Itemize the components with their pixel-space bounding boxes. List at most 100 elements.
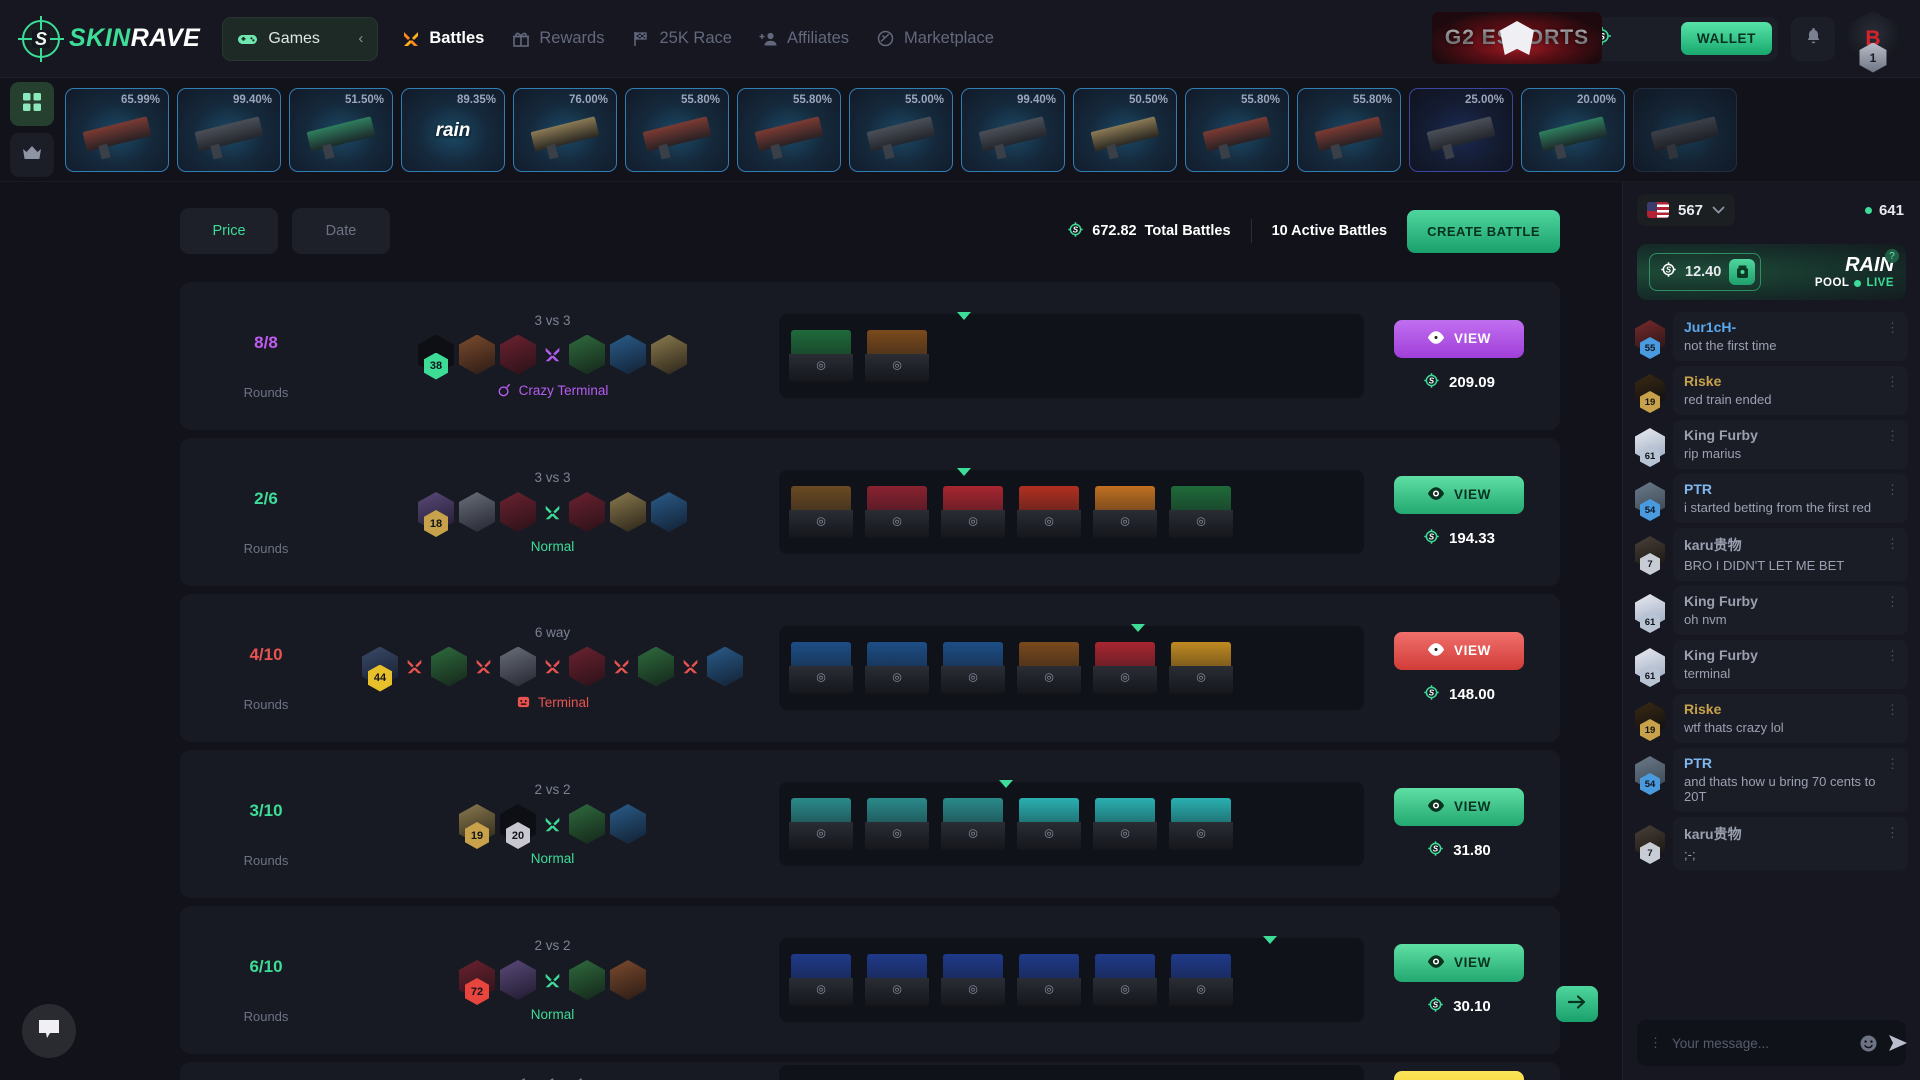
player-slot[interactable]: [569, 960, 605, 1000]
chat-message-options-icon[interactable]: ⋮: [1886, 483, 1899, 496]
player-slot[interactable]: [569, 646, 605, 687]
case-item[interactable]: [1165, 792, 1237, 856]
next-page-button[interactable]: [1556, 986, 1598, 1022]
case-item[interactable]: [861, 324, 933, 388]
player-slot[interactable]: 20: [500, 804, 536, 849]
nav-item-marketplace[interactable]: Marketplace: [875, 28, 994, 49]
player-slot[interactable]: [500, 492, 536, 532]
chat-avatar[interactable]: 19: [1635, 374, 1665, 413]
chat-avatar[interactable]: 7: [1635, 825, 1665, 864]
case-item[interactable]: [785, 1075, 857, 1080]
skin-card[interactable]: 65.99%: [65, 87, 169, 172]
skin-card[interactable]: 99.40%: [177, 87, 281, 172]
nav-item-25k-race[interactable]: 25K Race: [630, 28, 732, 49]
chat-username[interactable]: PTR: [1684, 755, 1884, 771]
chat-username[interactable]: Riske: [1684, 701, 1884, 717]
chat-avatar[interactable]: 61: [1635, 594, 1665, 633]
case-item[interactable]: [861, 1075, 933, 1080]
chat-message-input[interactable]: [1672, 1035, 1849, 1051]
region-selector[interactable]: 567: [1637, 194, 1736, 226]
case-item[interactable]: [1089, 1075, 1161, 1080]
chat-avatar[interactable]: 55: [1635, 320, 1665, 359]
smiley-icon[interactable]: [1859, 1034, 1878, 1053]
skin-card[interactable]: 55.80%: [625, 87, 729, 172]
battle-row[interactable]: 8/8 Rounds 3 vs 3 38 Crazy Terminal VIEW S 209.…: [180, 282, 1560, 430]
player-slot[interactable]: [610, 960, 646, 1000]
case-item[interactable]: [1089, 948, 1161, 1012]
skin-card[interactable]: 89.35% rain: [401, 87, 505, 172]
battle-action-button[interactable]: VIEW: [1394, 943, 1524, 982]
chat-avatar[interactable]: 19: [1635, 702, 1665, 741]
player-slot[interactable]: 19: [459, 804, 495, 849]
player-slot[interactable]: [569, 804, 605, 844]
chat-message-options-icon[interactable]: ⋮: [1886, 826, 1899, 839]
player-slot[interactable]: [651, 492, 687, 532]
nav-item-battles[interactable]: Battles: [400, 28, 484, 49]
chat-message-options-icon[interactable]: ⋮: [1886, 703, 1899, 716]
chat-message-options-icon[interactable]: ⋮: [1886, 429, 1899, 442]
case-item[interactable]: [1089, 636, 1161, 700]
skin-card[interactable]: 20.00%: [1521, 87, 1625, 172]
case-item[interactable]: [1013, 636, 1085, 700]
skin-card[interactable]: 25.00%: [1409, 87, 1513, 172]
case-item[interactable]: [937, 636, 1009, 700]
skin-card[interactable]: 55.00%: [849, 87, 953, 172]
rain-jar-icon[interactable]: [1729, 259, 1756, 285]
chat-username[interactable]: PTR: [1684, 481, 1884, 497]
chat-avatar[interactable]: 7: [1635, 536, 1665, 575]
player-slot[interactable]: 72: [459, 960, 495, 1005]
player-slot[interactable]: [610, 804, 646, 844]
case-item[interactable]: [1165, 480, 1237, 544]
chat-username[interactable]: King Furby: [1684, 593, 1884, 609]
notifications-button[interactable]: [1791, 16, 1835, 61]
case-item[interactable]: [785, 324, 857, 388]
skin-card[interactable]: [1633, 87, 1737, 172]
battle-action-button[interactable]: JOIN BATTLE: [1394, 1070, 1524, 1080]
rain-pool-banner[interactable]: S 12.40 RAIN POOL LIVE ?: [1637, 244, 1906, 300]
create-battle-button[interactable]: CREATE BATTLE: [1407, 209, 1560, 253]
case-item[interactable]: [1013, 480, 1085, 544]
user-avatar[interactable]: B 1: [1848, 10, 1898, 73]
grid-view-button[interactable]: [10, 82, 54, 126]
player-slot[interactable]: [651, 334, 687, 375]
chat-options-icon[interactable]: ⋮: [1649, 1036, 1662, 1049]
battle-row[interactable]: 2/6 Rounds 3 vs 3 18 Normal VIEW S 194.33: [180, 438, 1560, 586]
player-slot[interactable]: [459, 492, 495, 532]
case-item[interactable]: [937, 948, 1009, 1012]
send-icon[interactable]: [1888, 1034, 1908, 1052]
battle-row[interactable]: 4/10 Rounds 6 way 44 Terminal VIEW S 148.00: [180, 594, 1560, 742]
skin-card[interactable]: 55.80%: [1185, 87, 1289, 172]
chat-username[interactable]: King Furby: [1684, 427, 1884, 443]
chat-message-options-icon[interactable]: ⋮: [1886, 595, 1899, 608]
player-slot[interactable]: [459, 334, 495, 375]
sponsor-banner[interactable]: G2 ESPORTS: [1432, 12, 1602, 64]
player-slot[interactable]: 44: [362, 646, 398, 692]
case-item[interactable]: [861, 792, 933, 856]
case-item[interactable]: [1089, 792, 1161, 856]
case-item[interactable]: [937, 792, 1009, 856]
chat-username[interactable]: karu贵物: [1684, 535, 1884, 555]
player-slot[interactable]: [500, 646, 536, 687]
chat-username[interactable]: karu贵物: [1684, 824, 1884, 844]
skins-carousel[interactable]: 65.99% 99.40% 51.50% 89.35% rain 76.00% 55.80%…: [65, 87, 1920, 172]
player-slot[interactable]: [500, 334, 536, 375]
skin-card[interactable]: 51.50%: [289, 87, 393, 172]
brand-logo[interactable]: S SKINRAVE: [18, 15, 200, 62]
case-item[interactable]: [1013, 948, 1085, 1012]
chat-message-options-icon[interactable]: ⋮: [1886, 757, 1899, 770]
player-slot[interactable]: [569, 492, 605, 532]
case-item[interactable]: [861, 636, 933, 700]
battle-row[interactable]: 3/10 Rounds 2 vs 2 1920 Normal VIEW S 31.80: [180, 750, 1560, 898]
chat-message-options-icon[interactable]: ⋮: [1886, 649, 1899, 662]
case-item[interactable]: [861, 480, 933, 544]
chat-username[interactable]: Jur1cH-: [1684, 319, 1884, 335]
case-item[interactable]: [785, 792, 857, 856]
games-menu-button[interactable]: Games ‹: [222, 16, 379, 61]
skin-card[interactable]: 55.80%: [1297, 87, 1401, 172]
support-chat-button[interactable]: [22, 1004, 76, 1058]
skin-card[interactable]: 50.50%: [1073, 87, 1177, 172]
case-item[interactable]: [785, 480, 857, 544]
premium-view-button[interactable]: [10, 133, 54, 177]
player-slot[interactable]: [500, 960, 536, 1000]
chat-avatar[interactable]: 61: [1635, 648, 1665, 687]
